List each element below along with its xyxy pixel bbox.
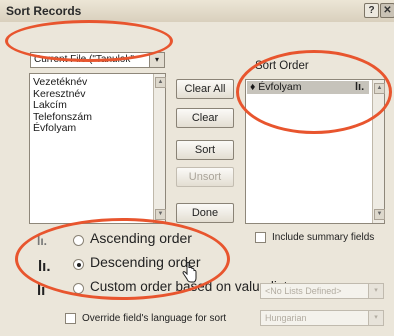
scroll-down-icon[interactable]: ▼ bbox=[155, 209, 166, 220]
done-button[interactable]: Done bbox=[176, 203, 234, 223]
field-list-scrollbar[interactable]: ▲ ▼ bbox=[153, 74, 166, 223]
help-button[interactable]: ? bbox=[364, 3, 379, 18]
chevron-down-icon: ▾ bbox=[368, 311, 383, 325]
include-summary-checkbox[interactable] bbox=[255, 232, 266, 243]
highlight-ellipse bbox=[236, 50, 392, 134]
include-summary-label: Include summary fields bbox=[272, 232, 375, 243]
chevron-down-icon: ▾ bbox=[368, 284, 383, 298]
highlight-ellipse bbox=[5, 20, 173, 62]
title-bar: Sort Records ? ✕ bbox=[0, 0, 394, 23]
language-dropdown[interactable]: Hungarian ▾ bbox=[260, 310, 384, 326]
field-list[interactable]: Vezetéknév Keresztnév Lakcím Telefonszám… bbox=[29, 73, 166, 224]
scroll-up-icon[interactable]: ▲ bbox=[155, 77, 166, 88]
clear-all-button[interactable]: Clear All bbox=[176, 79, 234, 99]
scroll-down-icon[interactable]: ▼ bbox=[374, 209, 385, 220]
close-button[interactable]: ✕ bbox=[380, 3, 394, 18]
highlight-ellipse bbox=[15, 218, 230, 300]
value-list-value: <No Lists Defined> bbox=[265, 286, 342, 296]
list-item[interactable]: Vezetéknév bbox=[30, 76, 165, 89]
value-list-dropdown[interactable]: <No Lists Defined> ▾ bbox=[260, 283, 384, 299]
dialog-title: Sort Records bbox=[6, 4, 82, 18]
list-item[interactable]: Évfolyam bbox=[30, 122, 165, 135]
clear-button[interactable]: Clear bbox=[176, 108, 234, 128]
override-language-label: Override field's language for sort bbox=[82, 313, 227, 324]
list-item[interactable]: Lakcím bbox=[30, 99, 165, 112]
language-value: Hungarian bbox=[265, 313, 307, 323]
unsort-button[interactable]: Unsort bbox=[176, 167, 234, 187]
override-language-checkbox[interactable] bbox=[65, 313, 76, 324]
sort-button[interactable]: Sort bbox=[176, 140, 234, 160]
